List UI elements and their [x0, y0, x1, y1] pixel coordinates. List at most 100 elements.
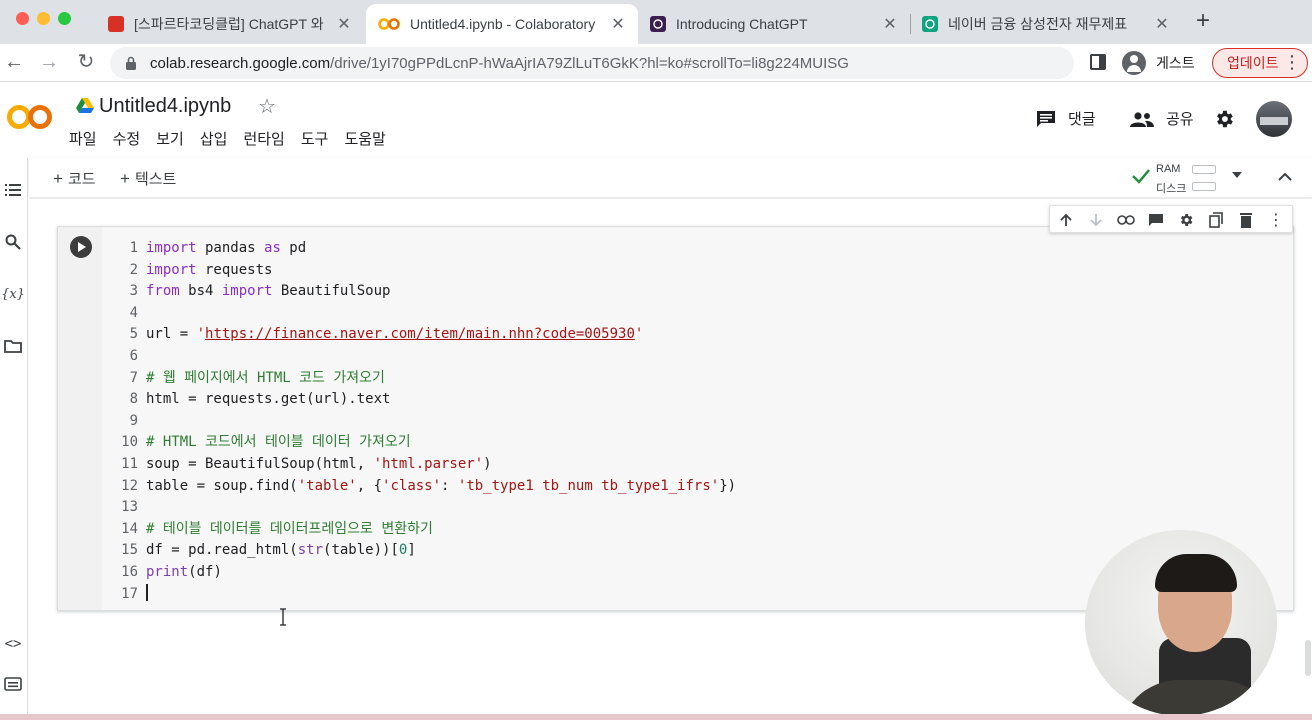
colab-icon [378, 16, 400, 32]
disk-label: 디스크 [1156, 183, 1187, 195]
notebook-title[interactable]: Untitled4.ipynb [99, 95, 231, 118]
code-line: 7 # 웹 페이지에서 HTML 코드 가져오기 [129, 369, 385, 386]
ram-usage-bar [1192, 165, 1216, 174]
url-host: colab.research.google.com [150, 54, 331, 72]
tab-title: 네이버 금융 삼성전자 재무제표 [948, 16, 1128, 32]
notebook-toolbar: + 코드 + 텍스트 RAM 디스크 [29, 158, 1312, 198]
menu-runtime[interactable]: 런타임 [243, 128, 284, 149]
guest-label: 게스트 [1156, 55, 1195, 71]
table-of-contents-icon[interactable] [3, 180, 23, 200]
resource-indicator[interactable]: RAM 디스크 [1129, 160, 1259, 195]
code-line: 8 html = requests.get(url).text [129, 391, 391, 408]
code-line: 11 soup = BeautifulSoup(html, 'html.parse… [121, 455, 492, 472]
link-icon[interactable] [1116, 210, 1136, 230]
guest-profile-button[interactable]: 게스트 [1122, 49, 1195, 77]
menu-help[interactable]: 도움말 [344, 128, 385, 149]
code-cell[interactable]: 1 import pandas as pd 2 import requests 3f… [57, 226, 1294, 626]
webcam-overlay [1085, 530, 1277, 716]
star-icon[interactable]: ☆ [258, 94, 276, 119]
code-line: 3 from bs4 import BeautifulSoup [129, 283, 391, 300]
vertical-scrollbar[interactable] [1305, 640, 1311, 676]
user-avatar[interactable] [1256, 101, 1292, 137]
close-tab-icon[interactable]: ✕ [610, 14, 626, 34]
url-bar[interactable]: colab.research.google.com/drive/1yI70gPP… [110, 47, 1074, 79]
code-line: 13 [121, 499, 138, 516]
variables-icon[interactable]: {x} [1, 284, 25, 304]
lock-icon [126, 56, 136, 70]
add-text-cell-button[interactable]: + 텍스트 [120, 168, 176, 189]
close-tab-icon[interactable]: ✕ [882, 14, 898, 34]
code-editor[interactable]: 1 import pandas as pd 2 import requests 3f… [108, 238, 736, 605]
url-link[interactable]: https://finance.naver.com/item/main.nhn?… [205, 326, 635, 342]
tab-title: [스파르타코딩클럽] ChatGPT 와 함 [134, 16, 328, 32]
search-icon[interactable] [3, 232, 23, 252]
chevron-up-icon[interactable] [1275, 167, 1295, 187]
openai-icon [922, 16, 938, 32]
code-line: 10 # HTML 코드에서 테이블 데이터 가져오기 [121, 434, 411, 451]
code-line: 4 [129, 304, 138, 321]
code-snippets-icon[interactable]: <> [3, 634, 23, 654]
mirror-cell-icon[interactable] [1206, 210, 1226, 230]
browser-tab-colab[interactable]: Untitled4.ipynb - Colaboratory ✕ [366, 4, 638, 44]
folder-icon[interactable] [3, 336, 23, 356]
delete-icon[interactable] [1236, 210, 1256, 230]
settings-gear-icon[interactable] [1213, 108, 1235, 130]
update-button[interactable]: 업데이트 ⋮ [1212, 48, 1308, 78]
guest-avatar-icon [1122, 51, 1146, 75]
code-line: 6 [129, 347, 138, 364]
browser-tab-naver[interactable]: 네이버 금융 삼성전자 재무제표 ✕ [910, 4, 1182, 44]
address-bar-row: ← → ↻ colab.research.google.com/drive/1y… [0, 44, 1312, 82]
ram-label: RAM [1156, 163, 1181, 175]
people-icon [1130, 111, 1154, 127]
close-window-button[interactable] [16, 12, 29, 25]
more-vert-icon[interactable]: ⋮ [1266, 210, 1286, 230]
code-line: 14 # 테이블 데이터를 데이터프레임으로 변환하기 [121, 520, 433, 537]
menu-tools[interactable]: 도구 [301, 128, 329, 149]
share-button[interactable]: 공유 [1130, 108, 1194, 129]
comment-icon[interactable] [1146, 210, 1166, 230]
close-tab-icon[interactable]: ✕ [336, 14, 352, 34]
menu-view[interactable]: 보기 [156, 128, 184, 149]
back-button[interactable]: ← [2, 51, 26, 75]
maximize-window-button[interactable] [58, 12, 71, 25]
comment-label: 댓글 [1068, 111, 1096, 128]
menu-insert[interactable]: 삽입 [200, 128, 228, 149]
run-cell-button[interactable] [70, 236, 92, 258]
bottom-strip [0, 714, 1312, 720]
side-panel-icon[interactable] [1090, 54, 1106, 70]
forward-button[interactable]: → [37, 51, 61, 75]
tab-title: Introducing ChatGPT [676, 16, 808, 32]
more-vert-icon[interactable]: ⋮ [1283, 53, 1301, 71]
browser-tab-strip: [스파르타코딩클럽] ChatGPT 와 함 ✕ Untitled4.ipynb… [0, 0, 1312, 44]
command-palette-icon[interactable] [3, 674, 23, 694]
add-code-cell-button[interactable]: + 코드 [53, 168, 96, 189]
add-code-label: 코드 [67, 171, 96, 188]
browser-tab-chatgpt[interactable]: Introducing ChatGPT ✕ [638, 4, 910, 44]
openai-icon [650, 16, 666, 32]
disk-usage-bar [1192, 182, 1216, 191]
update-label: 업데이트 [1227, 55, 1279, 71]
left-sidebar: {x} <> [0, 158, 28, 720]
menu-bar: 파일 수정 보기 삽입 런타임 도구 도움말 [69, 128, 386, 149]
move-cell-up-icon[interactable] [1056, 210, 1076, 230]
connected-check-icon [1132, 169, 1150, 184]
settings-gear-icon[interactable] [1176, 210, 1196, 230]
new-tab-button[interactable]: + [1190, 9, 1216, 35]
menu-file[interactable]: 파일 [69, 128, 97, 149]
chevron-down-icon[interactable] [1232, 172, 1242, 178]
minimize-window-button[interactable] [37, 12, 50, 25]
code-line: 15 df = pd.read_html(str(table))[0] [121, 542, 416, 559]
code-line: 2 import requests [129, 261, 273, 278]
colab-logo-icon [7, 105, 52, 129]
reload-button[interactable]: ↻ [74, 51, 98, 75]
google-drive-icon[interactable] [76, 98, 94, 114]
code-line: 17 [108, 583, 148, 602]
comment-button[interactable]: 댓글 [1036, 108, 1096, 129]
browser-tab-sparta[interactable]: [스파르타코딩클럽] ChatGPT 와 함 ✕ [96, 4, 364, 44]
presenter-hair [1155, 554, 1237, 592]
move-cell-down-icon[interactable] [1086, 210, 1106, 230]
menu-edit[interactable]: 수정 [113, 128, 141, 149]
text-cursor [146, 583, 148, 601]
cell-toolbar: ⋮ [1049, 205, 1293, 233]
close-tab-icon[interactable]: ✕ [1154, 14, 1170, 34]
